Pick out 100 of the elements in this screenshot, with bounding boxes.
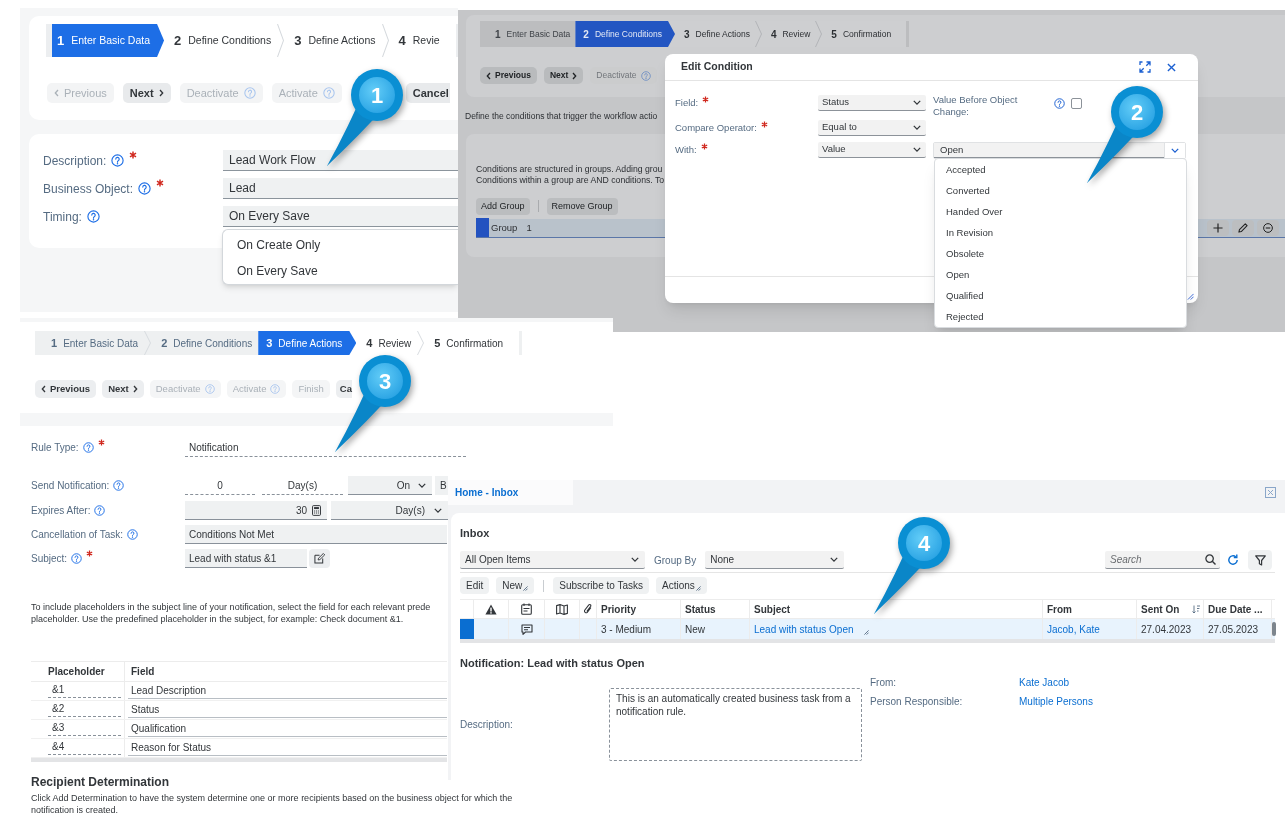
column-header[interactable]: Due Date ... [1208, 601, 1263, 617]
scrollbar-thumb[interactable] [1272, 622, 1276, 636]
page-tab[interactable]: Home - Inbox [448, 480, 573, 505]
field-label: Description: [43, 152, 107, 170]
select-field[interactable]: Equal to [818, 120, 926, 136]
previous-button[interactable]: Previous [480, 67, 537, 84]
column-header[interactable]: Sent On [1141, 601, 1180, 617]
help-icon [640, 70, 651, 81]
dropdown-option[interactable]: On Every Save [223, 258, 458, 284]
field-label: Group By [654, 553, 697, 568]
info-text: Click Add Determination to have the system determine one or more recipients based on the business object for which the notification is created. [31, 792, 514, 816]
field-label: Person Responsible: [870, 696, 964, 708]
step-tab[interactable]: 1 Enter Basic Data [41, 331, 145, 355]
expand-icon[interactable] [1139, 61, 1151, 73]
step-tab[interactable]: 1 Enter Basic Data [52, 24, 165, 57]
toolbar-button[interactable]: Edit [460, 577, 490, 594]
close-icon[interactable] [1167, 62, 1176, 72]
field-label: Send Notification: [31, 479, 110, 493]
group-button[interactable]: Add Group [476, 197, 530, 215]
map-icon [556, 603, 568, 615]
select-field[interactable]: Status [818, 95, 926, 111]
dropdown-option[interactable]: Accepted [935, 160, 1186, 181]
checkbox[interactable] [1071, 98, 1082, 109]
dropdown-option[interactable]: On Create Only [223, 232, 458, 258]
link[interactable]: Lead with status Open [754, 621, 854, 637]
column-header[interactable]: From [1047, 601, 1072, 617]
column-header[interactable]: Priority [601, 601, 636, 617]
next-button[interactable]: Next [543, 67, 584, 84]
dropdown-option[interactable]: Rejected [935, 307, 1186, 328]
column-header: Placeholder [31, 662, 125, 681]
step-tab[interactable]: 3 Define Actions [258, 331, 357, 355]
input-field[interactable]: Lead with status &1 [185, 549, 307, 568]
field-label: Expires After: [31, 504, 91, 518]
search-field[interactable]: Search [1105, 551, 1220, 569]
next-button[interactable]: Next [102, 380, 144, 398]
select-field[interactable]: On [348, 476, 432, 495]
dropdown-option[interactable]: Converted [935, 181, 1186, 202]
input-field[interactable]: Lead Work Flow [223, 150, 458, 171]
filter-button[interactable] [1248, 550, 1272, 570]
paperclip-icon [584, 603, 592, 615]
chevron-right-icon [132, 385, 138, 393]
section-title: Notification: Lead with status Open [460, 656, 645, 670]
step-tab[interactable]: 2 Define Conditions [151, 331, 259, 355]
input-field[interactable]: On Every Save [223, 206, 458, 227]
input-field[interactable]: 30 [185, 501, 327, 520]
link[interactable]: Kate Jacob [1019, 677, 1093, 689]
chevron-right-icon [572, 71, 578, 80]
dropdown-option[interactable]: Qualified [935, 286, 1186, 307]
toolbar-button[interactable]: New [496, 577, 535, 594]
toolbar-button[interactable]: Subscribe to Tasks [553, 577, 649, 594]
select-field[interactable]: None [705, 551, 845, 569]
chevron-down-icon [913, 125, 921, 130]
chevron-down-icon [913, 100, 921, 105]
chevron-down-icon [913, 147, 921, 152]
toolbar-button[interactable]: Actions [656, 577, 707, 594]
table-cell-text: 3 - Medium [601, 622, 651, 637]
toolbar-button[interactable]: Ca [335, 380, 352, 398]
edit-button[interactable] [309, 549, 330, 568]
table-cell: &1 [48, 682, 121, 698]
field-label: From: [870, 677, 898, 689]
step-tab[interactable]: 1 Enter Basic Data [486, 21, 576, 47]
select-field[interactable]: Value [818, 142, 926, 158]
chevron-left-icon [486, 71, 491, 80]
chevron-down-icon [434, 507, 442, 513]
field-label: Value Before Object Change: [933, 94, 1019, 118]
input-field[interactable]: Conditions Not Met [185, 525, 447, 544]
dropdown-option[interactable]: In Revision [935, 223, 1186, 244]
refresh-icon[interactable] [1227, 554, 1239, 566]
edit-button[interactable] [1232, 219, 1254, 236]
dropdown-option[interactable]: Handed Over [935, 202, 1186, 223]
table-row[interactable]: 3 - Medium New Lead with status Open Jacob, Kate 27.04.2023 27.05.2023 [460, 619, 1275, 639]
previous-button[interactable]: Previous [35, 380, 97, 398]
resize-handle-icon[interactable] [1187, 293, 1194, 300]
column-header[interactable]: Subject [754, 601, 791, 617]
chevron-down-icon [830, 557, 839, 562]
combo-box[interactable]: Open [933, 142, 1186, 159]
input-field[interactable]: Lead [223, 178, 458, 199]
field-label: Rule Type: [31, 441, 79, 455]
help-icon [86, 210, 100, 223]
toolbar-button[interactable]: Cancel [405, 83, 450, 103]
dropdown-option[interactable]: Open [935, 265, 1186, 286]
dropdown-option[interactable]: Obsolete [935, 244, 1186, 265]
intro-text: Define the conditions that trigger the workflow actio [465, 110, 658, 123]
select-field[interactable]: All Open Items [460, 551, 645, 569]
warning-icon [485, 603, 497, 615]
help-icon [322, 87, 335, 99]
search-icon[interactable] [1205, 554, 1216, 565]
select-field[interactable]: B [435, 476, 448, 495]
column-header[interactable]: Status [685, 601, 716, 617]
link[interactable]: Jacob, Kate [1047, 621, 1100, 637]
remove-button[interactable] [1257, 219, 1279, 236]
link[interactable]: Multiple Persons [1019, 696, 1093, 708]
help-icon [204, 384, 215, 394]
step-tab[interactable]: 2 Define Conditions [575, 21, 675, 47]
select-field[interactable]: Day(s) [331, 501, 448, 520]
dialog-title: Edit Condition [681, 59, 753, 75]
add-button[interactable] [1207, 219, 1229, 236]
table-cell: Lead Description [128, 682, 447, 699]
group-button[interactable]: Remove Group [546, 197, 618, 215]
next-button[interactable]: Next [122, 83, 171, 103]
